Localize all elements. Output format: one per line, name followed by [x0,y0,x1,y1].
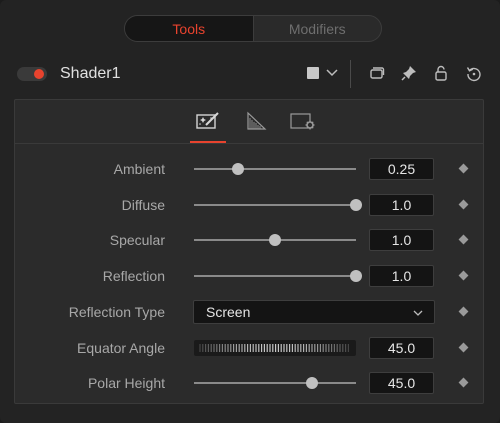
node-header: Shader1 [0,56,500,92]
slider-thumb[interactable] [350,270,362,282]
equator-angle-value-field[interactable]: 45.0 [369,337,434,359]
control-page-tabs [15,100,483,144]
tools-modifiers-tabs: Tools Modifiers [124,15,382,42]
node-enable-toggle[interactable] [17,67,47,81]
reflection-type-value: Screen [206,304,251,320]
equator-angle-thumbwheel[interactable] [194,340,356,356]
keyframe-diamond-icon[interactable] [458,270,469,281]
specular-slider[interactable] [194,234,356,246]
reflection-type-dropdown[interactable]: Screen [193,300,435,324]
ambient-row: Ambient 0.25 [15,156,483,182]
tab-tools[interactable]: Tools [125,16,254,41]
reflection-label: Reflection [102,268,165,284]
reflection-slider[interactable] [194,270,362,282]
keyframe-diamond-icon[interactable] [458,306,469,317]
keyframe-diamond-icon[interactable] [458,234,469,245]
specular-label: Specular [109,232,165,248]
controls-panel: Ambient 0.25 Diffuse 1.0 Specular 1.0 Re… [14,99,484,404]
keyframe-diamond-icon[interactable] [458,377,469,388]
polar-height-slider[interactable] [194,377,356,389]
diffuse-slider[interactable] [194,199,362,211]
reflection-value-field[interactable]: 1.0 [369,265,434,287]
diffuse-label: Diffuse [121,197,165,213]
polar-height-value-field[interactable]: 45.0 [369,372,434,394]
tab-modifiers[interactable]: Modifiers [254,16,382,41]
equator-angle-label: Equator Angle [77,340,165,356]
polar-height-row: Polar Height 45.0 [15,370,483,396]
slider-thumb[interactable] [306,377,319,389]
equator-angle-row: Equator Angle 45.0 [15,335,483,361]
version-icon[interactable] [366,62,388,84]
pin-icon[interactable] [398,62,420,84]
reflection-type-label: Reflection Type [68,304,165,320]
settings-panel-icon[interactable] [288,108,318,134]
color-swatch[interactable] [307,67,319,79]
keyframe-diamond-icon[interactable] [458,163,469,174]
diffuse-row: Diffuse 1.0 [15,192,483,218]
ambient-slider[interactable] [194,163,356,175]
ramp-icon[interactable] [241,108,271,134]
header-divider [350,60,351,88]
chevron-down-icon [413,310,423,316]
active-tab-indicator [190,141,226,143]
chevron-down-icon[interactable] [324,64,340,80]
diffuse-value-field[interactable]: 1.0 [369,194,434,216]
slider-thumb[interactable] [350,199,362,211]
specular-value-field[interactable]: 1.0 [369,229,434,251]
polar-height-label: Polar Height [87,375,165,391]
node-title[interactable]: Shader1 [60,65,121,83]
reflection-type-row: Reflection Type Screen [15,299,483,325]
slider-thumb[interactable] [269,234,281,246]
reset-icon[interactable] [463,62,485,84]
toggle-knob [34,69,44,79]
lock-icon[interactable] [430,62,452,84]
magic-wand-icon[interactable] [193,108,223,134]
ambient-label: Ambient [113,161,165,177]
specular-row: Specular 1.0 [15,227,483,253]
reflection-row: Reflection 1.0 [15,263,483,289]
keyframe-diamond-icon[interactable] [458,199,469,210]
keyframe-diamond-icon[interactable] [458,342,469,353]
ambient-value-field[interactable]: 0.25 [369,158,434,180]
slider-thumb[interactable] [231,163,244,175]
